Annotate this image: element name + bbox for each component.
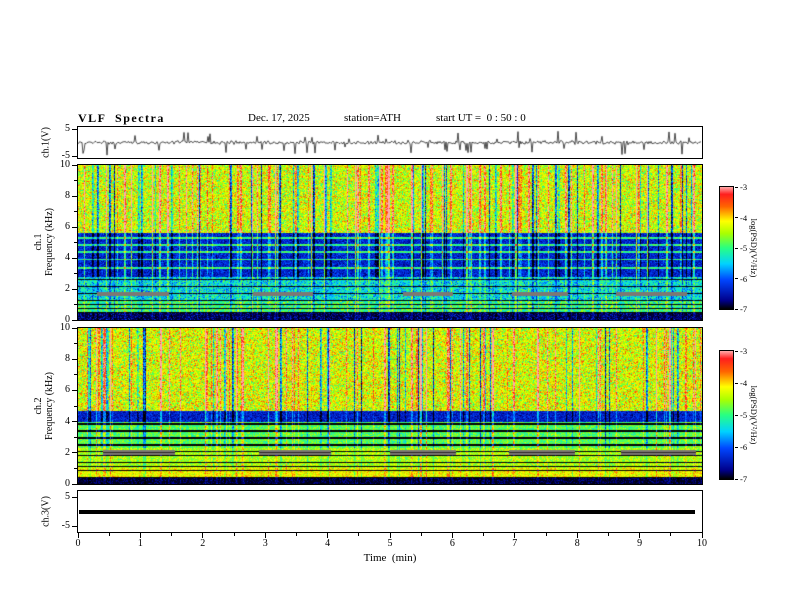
ch2-freq-minor-tick-mark xyxy=(74,436,77,438)
ch3-volt-tick-label: -5 xyxy=(61,520,70,531)
cb2-tick-label: -6 xyxy=(740,442,748,452)
ch1-spectrogram-plot xyxy=(77,164,703,321)
time-tick-label: 2 xyxy=(200,538,206,549)
ch2-freq-tick-label: 6 xyxy=(65,384,70,396)
time-tick-label: 0 xyxy=(75,538,81,549)
ch1-freq-tick-mark xyxy=(72,319,77,321)
ch1-freq-tick-label: 4 xyxy=(65,252,70,263)
ch2-freq-minor-tick-mark xyxy=(74,374,77,376)
ch2-freq-tick-label: 2 xyxy=(65,446,70,458)
cb1-tick-label: -6 xyxy=(740,273,748,284)
ch1-volt-tick-mark xyxy=(72,128,77,130)
cb2-tick-mark xyxy=(735,446,738,448)
time-tick-label: 8 xyxy=(574,538,580,549)
ch1-waveform-plot xyxy=(77,126,703,159)
colorbar-ch2-gradient xyxy=(719,350,734,480)
ch1-freq-minor-tick-mark xyxy=(74,273,77,274)
time-tick-label: 10 xyxy=(697,538,707,549)
cb2-tick-label: -7 xyxy=(740,474,748,484)
date-label: Dec. 17, 2025 xyxy=(248,112,310,124)
cb2-tick-mark xyxy=(735,350,738,352)
time-minor-tick-mark xyxy=(420,533,422,536)
time-minor-tick-mark xyxy=(295,533,297,536)
ch3-volt-tick-label: 5 xyxy=(65,491,70,502)
cb2-tick-mark xyxy=(735,478,738,480)
cb1-tick-label: -4 xyxy=(740,212,748,223)
cb2-tick-mark xyxy=(735,382,738,384)
time-minor-tick-mark xyxy=(670,533,672,536)
ch1-freq-minor-tick-mark xyxy=(74,211,77,212)
ch1-freq-tick-label: 6 xyxy=(65,221,70,232)
time-tick-label: 4 xyxy=(325,538,331,549)
ch1-freq-tick-mark xyxy=(72,226,77,228)
ch2-freq-tick-label: 4 xyxy=(65,415,70,427)
ch1-freq-tick-label: 2 xyxy=(65,283,70,294)
cb1-tick-mark xyxy=(735,186,738,188)
ch2-axis-label-line1: ch.2 xyxy=(33,397,44,415)
ch2-freq-tick-mark xyxy=(72,452,77,454)
time-tick-label: 6 xyxy=(449,538,455,549)
cb1-tick-mark xyxy=(735,217,738,218)
ch3-volts-axis-label: ch.3(V) xyxy=(40,496,52,527)
ch1-volt-tick-label: -5 xyxy=(61,150,70,161)
ch2-freq-tick-mark xyxy=(72,327,77,329)
time-tick-label: 1 xyxy=(137,538,143,549)
time-tick-label: 7 xyxy=(512,538,518,549)
ch1-freq-tick-label: 8 xyxy=(65,190,70,201)
time-tick-label: 5 xyxy=(387,538,393,549)
cb1-tick-mark xyxy=(735,308,738,310)
ch3-volt-tick-mark xyxy=(72,496,77,498)
ch1-volt-tick-label: 5 xyxy=(65,123,70,134)
ch1-axis-label-line1: ch.1 xyxy=(33,233,44,251)
cb2-tick-label: -4 xyxy=(740,378,748,388)
cb2-tick-mark xyxy=(735,414,738,416)
time-minor-tick-mark xyxy=(108,533,110,536)
ch2-freq-minor-tick-mark xyxy=(74,405,77,407)
ch2-freq-tick-label: 8 xyxy=(65,353,70,365)
ch1-volt-tick-mark xyxy=(72,155,77,157)
ch3-waveform-plot xyxy=(77,490,703,533)
ch2-freq-tick-mark xyxy=(72,483,77,485)
ch2-spectrogram-plot xyxy=(77,327,703,485)
cb1-tick-label: -7 xyxy=(740,304,748,314)
time-minor-tick-mark xyxy=(483,533,485,536)
figure-title: VLF Spectra xyxy=(78,111,165,125)
cb1-tick-mark xyxy=(735,278,738,279)
cb2-tick-label: -3 xyxy=(740,346,748,356)
cb1-tick-label: -3 xyxy=(740,182,748,192)
cb1-tick-label: -5 xyxy=(740,243,748,253)
time-minor-tick-mark xyxy=(171,533,173,536)
time-minor-tick-mark xyxy=(358,533,360,536)
colorbar-ch1-gradient xyxy=(719,186,734,310)
ch2-freq-tick-label: 10 xyxy=(60,322,70,333)
ch1-freq-tick-mark xyxy=(72,195,77,197)
cb1-tick-mark xyxy=(735,247,738,249)
time-tick-label: 3 xyxy=(262,538,268,549)
time-minor-tick-mark xyxy=(607,533,609,536)
cb2-tick-label: -5 xyxy=(740,410,748,420)
vlf-spectra-figure: VLF Spectra Dec. 17, 2025 station=ATH st… xyxy=(0,0,792,612)
start-ut-label: start UT = 0 : 50 : 0 xyxy=(436,112,526,124)
ch2-freq-minor-tick-mark xyxy=(74,467,77,469)
time-axis-label: Time (min) xyxy=(363,552,417,564)
ch1-freq-tick-label: 10 xyxy=(60,159,70,170)
time-minor-tick-mark xyxy=(233,533,235,536)
time-minor-tick-mark xyxy=(545,533,547,536)
ch1-freq-minor-tick-mark xyxy=(74,180,77,181)
ch2-freq-tick-label: 0 xyxy=(65,478,70,489)
ch2-freq-tick-mark xyxy=(72,358,77,360)
station-label: station=ATH xyxy=(344,112,401,124)
ch1-freq-tick-mark xyxy=(72,257,77,259)
ch2-freq-tick-mark xyxy=(72,421,77,423)
ch3-volt-tick-mark xyxy=(72,525,77,527)
ch2-freq-tick-mark xyxy=(72,389,77,391)
ch1-freq-minor-tick-mark xyxy=(74,304,77,305)
ch3-flat-trace xyxy=(79,510,695,514)
time-tick-label: 9 xyxy=(637,538,643,549)
ch2-freq-minor-tick-mark xyxy=(74,343,77,345)
ch1-freq-tick-mark xyxy=(72,164,77,166)
ch1-freq-minor-tick-mark xyxy=(74,242,77,243)
ch1-freq-tick-mark xyxy=(72,288,77,290)
